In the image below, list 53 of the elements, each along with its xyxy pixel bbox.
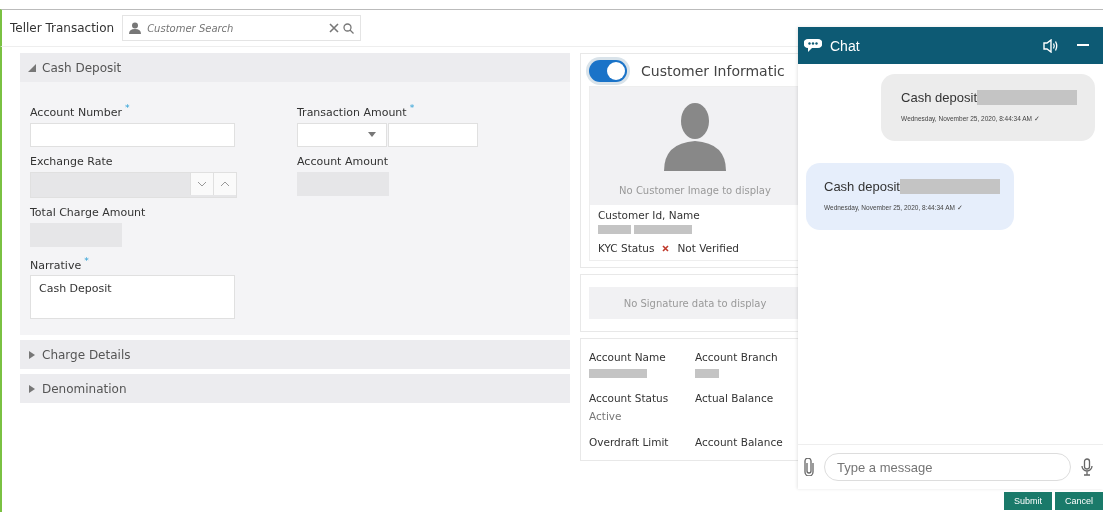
account-field-value: Active: [589, 410, 622, 422]
field-label: Account Amount: [297, 154, 389, 168]
dropdown-caret-icon: [368, 132, 376, 138]
no-signature-text: No Signature data to display: [623, 297, 767, 309]
microphone-icon[interactable]: [1081, 458, 1093, 476]
account-field-label: Account Branch: [695, 351, 778, 363]
footer-button[interactable]: Submit: [1003, 492, 1052, 510]
account-number-field[interactable]: [30, 122, 235, 147]
chat-bubble-icon: [804, 38, 822, 53]
kyc-label: KYC Status: [598, 242, 655, 254]
cross-icon: [662, 244, 670, 252]
customer-search-field[interactable]: Customer Search: [122, 15, 362, 41]
customer-id-label: Customer Id, Name: [597, 209, 701, 221]
account-field-label: Account Status: [589, 392, 669, 404]
account-field-label: Account Balance: [695, 436, 783, 448]
clear-icon[interactable]: [329, 23, 340, 33]
field-label: Transaction Amount $^{*}$: [297, 102, 415, 119]
section-header[interactable]: Cash Deposit: [20, 53, 570, 82]
field-label: Exchange Rate: [30, 154, 113, 168]
narrative-field[interactable]: Cash Deposit: [30, 275, 235, 320]
paperclip-icon[interactable]: [804, 458, 814, 476]
currency-dropdown[interactable]: [297, 122, 387, 147]
redacted-block: [634, 225, 692, 234]
caret-icon: [28, 384, 36, 393]
toggle-switch[interactable]: [589, 60, 627, 82]
minimize-icon[interactable]: [1077, 44, 1089, 47]
message-input[interactable]: Type a message: [824, 453, 1071, 481]
footer-button[interactable]: Cancel: [1055, 492, 1103, 510]
amount-field[interactable]: [388, 122, 478, 147]
no-image-text: No Customer Image to display: [619, 185, 771, 196]
chat-title: Chat: [830, 37, 860, 54]
section-title: Charge Details: [42, 347, 131, 362]
section-header[interactable]: Denomination: [20, 374, 570, 404]
message-text: Cash deposit: [901, 90, 977, 105]
field-label: Total Charge Amount: [30, 205, 146, 219]
field-label: Account Number $^{*}$: [30, 102, 130, 119]
redacted-block: [598, 225, 631, 234]
page-title: Teller Transaction: [10, 21, 115, 35]
account-field-label: Overdraft Limit: [589, 436, 669, 448]
kyc-status: Not Verified: [677, 242, 740, 254]
caret-icon: [28, 350, 36, 359]
section-title: Denomination: [42, 381, 127, 396]
section-title: Cash Deposit: [42, 60, 122, 75]
person-icon: [129, 22, 142, 34]
account-field-label: Account Name: [589, 351, 666, 363]
caret-icon: [28, 63, 36, 72]
speaker-icon[interactable]: [1043, 38, 1059, 53]
section-header[interactable]: Charge Details: [20, 340, 570, 370]
message-text: Cash deposit: [824, 179, 900, 194]
field-label: Narrative $^{*}$: [30, 254, 89, 272]
search-icon[interactable]: [343, 22, 355, 34]
account-field-label: Actual Balance: [695, 392, 774, 404]
customer-info-title: Customer Informatic: [641, 63, 785, 79]
